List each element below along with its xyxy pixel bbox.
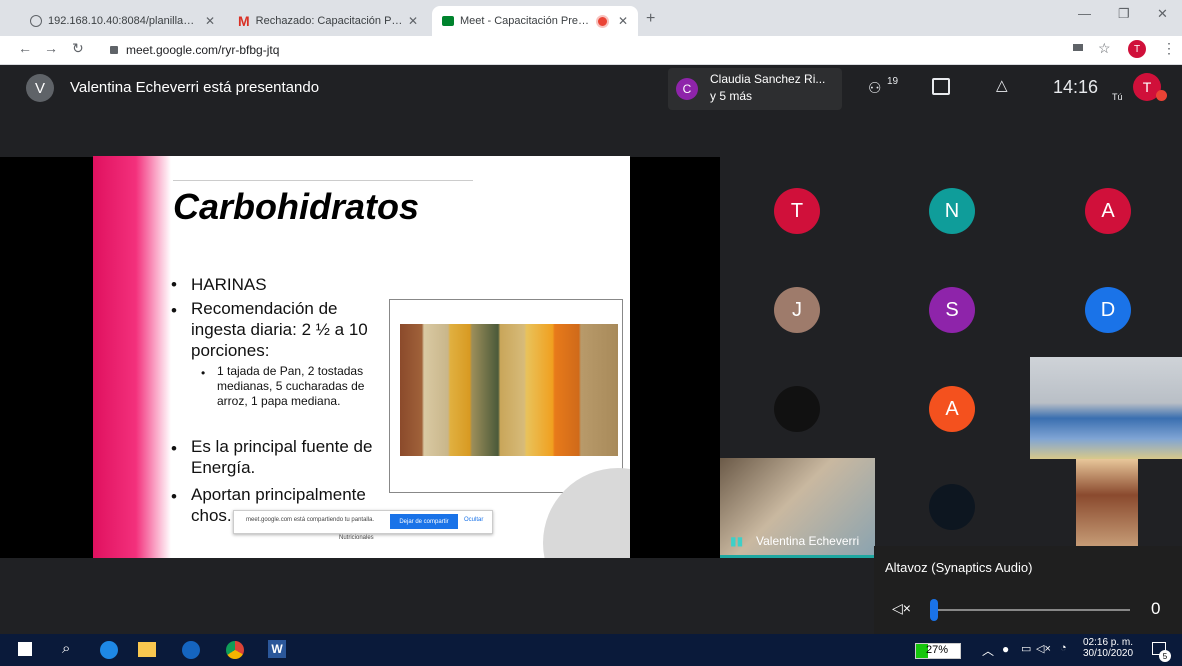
close-icon[interactable]: ✕ <box>618 14 628 28</box>
speaking-indicator <box>720 555 875 558</box>
tray-chevron-icon[interactable]: ︿ <box>982 642 994 659</box>
tab-planilla[interactable]: 192.168.10.40:8084/planillaUsuar ✕ <box>20 6 225 36</box>
volume-value: 0 <box>1151 599 1161 618</box>
presenter-text: Valentina Echeverri está presentando <box>70 79 320 96</box>
meeting-clock: 14:16 <box>1053 77 1099 97</box>
volume-device-label: Altavoz (Synaptics Audio) <box>885 560 1033 575</box>
close-icon[interactable]: ✕ <box>205 14 215 28</box>
close-icon[interactable]: ✕ <box>408 14 418 28</box>
app-icon[interactable] <box>182 641 200 659</box>
edge-icon[interactable] <box>100 641 118 659</box>
people-count: 19 <box>887 76 899 87</box>
notification-count: 5 <box>1159 650 1171 662</box>
slide-divider <box>173 180 473 181</box>
chip-name: Claudia Sanchez Ri... <box>710 72 826 86</box>
file-explorer-icon[interactable] <box>138 642 156 657</box>
bullet-recomendacion: Recomendación de ingesta diaria: 2 ½ a 1… <box>191 299 368 360</box>
bullet-harinas: HARINAS <box>191 275 267 294</box>
battery-percent: 27% <box>926 644 949 656</box>
back-icon[interactable]: ← <box>18 40 32 56</box>
people-icon[interactable]: ⚇ <box>868 79 881 97</box>
tab-label: Meet - Capacitación Preven <box>460 15 592 27</box>
reload-icon[interactable]: ↻ <box>72 40 84 57</box>
volume-slider-thumb[interactable] <box>930 599 938 621</box>
tray-clock[interactable]: 02:16 p. m. 30/10/2020 <box>1080 637 1136 659</box>
tray-wifi-icon[interactable]: ◔ <box>1060 642 1067 654</box>
participant-avatar: N <box>929 188 975 234</box>
presenter-video-name: Valentina Echeverri <box>756 534 860 548</box>
camera-icon[interactable] <box>1073 44 1083 51</box>
star-icon[interactable]: ☆ <box>1098 40 1111 57</box>
tab-label: Rechazado: Capacitación Preven <box>255 15 406 27</box>
search-icon[interactable]: ⌕ <box>62 640 70 657</box>
recording-icon <box>596 14 609 28</box>
chip-more: y 5 más <box>710 89 753 103</box>
windows-start-icon[interactable] <box>18 642 32 656</box>
audio-level-icon: ▮▮ <box>730 534 744 548</box>
bullet-dot: • <box>171 487 177 506</box>
sub-bullet-porciones: 1 tajada de Pan, 2 tostadas medianas, 5 … <box>217 364 365 408</box>
lock-icon <box>110 46 118 54</box>
close-window-icon[interactable]: ✕ <box>1157 6 1168 22</box>
participant-avatar: T <box>774 188 820 234</box>
participant-avatar: A <box>929 386 975 432</box>
bullet-dot: • <box>171 439 177 458</box>
stop-sharing-button[interactable]: Dejar de compartir <box>390 514 458 529</box>
chrome-icon[interactable] <box>226 641 244 659</box>
tray-battery-icon[interactable]: ▭ <box>1021 642 1031 655</box>
hide-button[interactable]: Ocultar <box>464 517 483 523</box>
gmail-icon: M <box>238 13 250 29</box>
meet-icon <box>442 16 454 26</box>
participant-video-tile <box>1030 357 1182 459</box>
globe-icon <box>30 15 42 27</box>
participant-chip[interactable]: C Claudia Sanchez Ri... y 5 más <box>668 68 842 110</box>
chat-icon[interactable] <box>932 78 950 95</box>
battery-indicator[interactable]: 27% <box>915 643 961 659</box>
shared-slide: Carbohidratos • HARINAS • Recomendación … <box>93 156 630 558</box>
address-bar[interactable]: meet.google.com/ryr-bfbg-jtq <box>110 40 1010 60</box>
menu-icon[interactable]: ⋮ <box>1162 40 1176 57</box>
slide-title: Carbohidratos <box>173 186 420 227</box>
clock-time: 02:16 p. m. <box>1082 637 1134 648</box>
tab-gmail[interactable]: M Rechazado: Capacitación Preven ✕ <box>228 6 428 36</box>
participant-avatar: D <box>1085 287 1131 333</box>
participant-photo-avatar <box>929 484 975 530</box>
tray-mic-icon[interactable]: ● <box>1002 642 1009 656</box>
profile-avatar[interactable]: T <box>1128 40 1146 58</box>
participant-avatar: S <box>929 287 975 333</box>
tab-meet[interactable]: Meet - Capacitación Preven ✕ <box>432 6 638 36</box>
grains-image-frame <box>389 299 623 493</box>
forward-icon[interactable]: → <box>44 40 58 56</box>
tab-label: 192.168.10.40:8084/planillaUsuar <box>48 15 198 27</box>
volume-flyout: Altavoz (Synaptics Audio) ◁× 0 <box>874 546 1182 634</box>
chip-avatar: C <box>676 78 698 100</box>
bullet-dot: • <box>171 275 177 294</box>
participant-avatar: A <box>1085 188 1131 234</box>
restore-icon[interactable]: ❐ <box>1118 6 1130 22</box>
bullet-dot: • <box>171 301 177 320</box>
bullet-energia: Es la principal fuente de Energía. <box>191 437 373 477</box>
self-label: Tú <box>1112 92 1123 102</box>
participant-avatar: J <box>774 287 820 333</box>
slide-accent-bar <box>93 156 171 558</box>
bullet-dot: • <box>201 366 206 380</box>
word-icon[interactable]: W <box>268 640 286 658</box>
speaker-muted-icon[interactable]: ◁× <box>892 600 911 617</box>
participant-video-tile <box>1076 459 1138 549</box>
tray-volume-icon[interactable]: ◁× <box>1036 642 1051 655</box>
minimize-icon[interactable]: — <box>1078 6 1091 21</box>
share-notice-bar: meet.google.com está compartiendo tu pan… <box>233 510 493 534</box>
grains-photo <box>400 324 618 456</box>
participant-photo-avatar <box>774 386 820 432</box>
mic-muted-icon <box>1156 90 1167 101</box>
url-text: meet.google.com/ryr-bfbg-jtq <box>126 43 280 57</box>
activities-icon[interactable]: △ <box>996 76 1008 94</box>
presenter-avatar: V <box>26 74 54 102</box>
share-notice-text: meet.google.com está compartiendo tu pan… <box>246 517 375 523</box>
volume-slider[interactable] <box>934 609 1130 611</box>
new-tab-button[interactable]: + <box>646 10 655 28</box>
clock-date: 30/10/2020 <box>1082 648 1134 659</box>
